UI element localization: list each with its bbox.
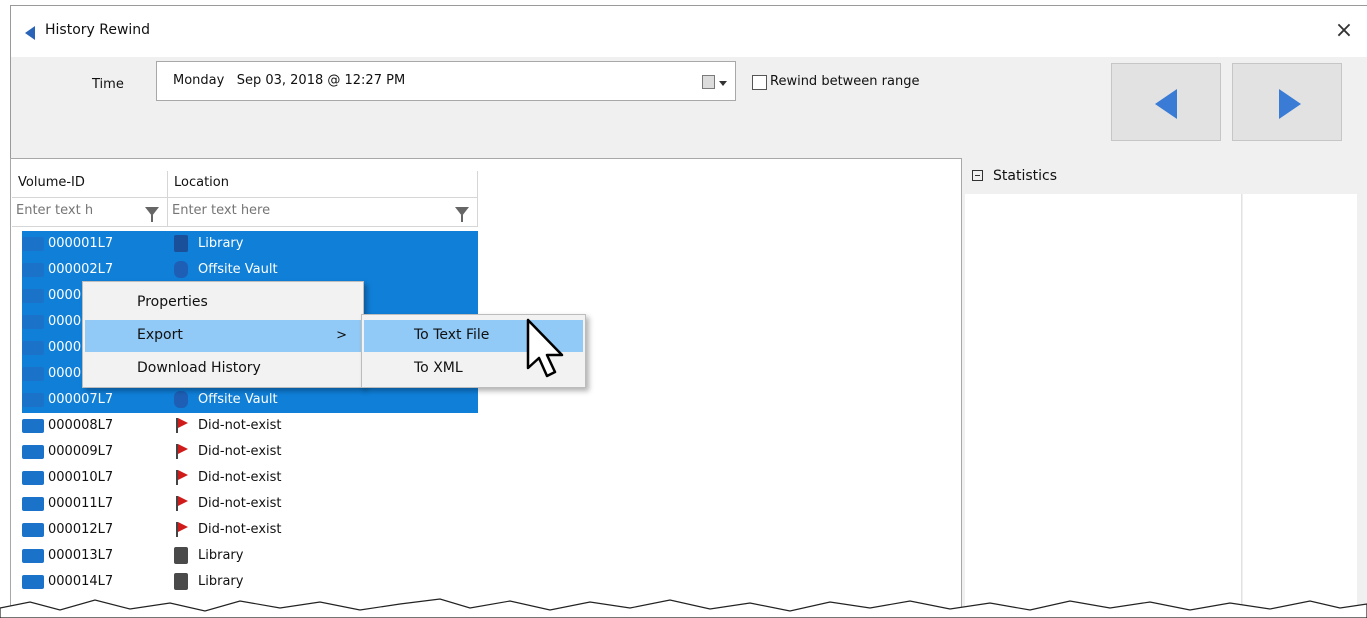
rewind-between-range-checkbox[interactable] (752, 75, 767, 90)
menu-item-label: Properties (137, 294, 208, 310)
time-picker[interactable]: Monday Sep 03, 2018 @ 12:27 PM (156, 61, 736, 101)
torn-edge-decoration (0, 598, 1367, 618)
tape-volume-icon (22, 367, 44, 381)
location-cell: Did-not-exist (198, 470, 282, 485)
volume-id-cell: 000002L7 (48, 262, 114, 277)
tape-volume-icon (22, 393, 44, 407)
arrow-right-icon (1279, 89, 1301, 119)
location-cell: Did-not-exist (198, 522, 282, 537)
statistics-content-secondary (1243, 194, 1357, 618)
tape-volume-icon (22, 549, 44, 563)
filter-icon[interactable] (455, 207, 469, 222)
back-triangle-icon[interactable] (25, 26, 35, 40)
menu-item-download-history[interactable]: Download History (85, 353, 361, 385)
volume-id-cell: 000013L7 (48, 548, 114, 563)
tape-volume-icon (22, 575, 44, 589)
menu-item-label: Export (137, 327, 183, 343)
tape-volume-icon (22, 419, 44, 433)
volume-id-cell: 000008L7 (48, 418, 114, 433)
table-row[interactable]: 000008L7 Did-not-exist (12, 413, 478, 439)
submenu-item-label: To XML (414, 360, 463, 376)
tape-volume-icon (22, 263, 44, 277)
calendar-icon[interactable] (702, 75, 715, 89)
location-cell: Did-not-exist (198, 496, 282, 511)
table-row[interactable]: 000007L7 Offsite Vault (12, 387, 478, 413)
volume-id-cell: 000001L7 (48, 236, 114, 251)
tape-volume-icon (22, 237, 44, 251)
location-cell: Did-not-exist (198, 444, 282, 459)
menu-item-label: Download History (137, 360, 261, 376)
mouse-pointer-icon (526, 318, 564, 378)
tape-volume-icon (22, 341, 44, 355)
context-menu: Properties Export > Download History (82, 281, 364, 388)
statistics-title: Statistics (993, 168, 1057, 184)
time-label: Time (92, 77, 124, 92)
table-row[interactable]: 000009L7 Did-not-exist (12, 439, 478, 465)
table-row[interactable]: 000002L7 Offsite Vault (12, 257, 478, 283)
title-bar: History Rewind × (11, 6, 1367, 57)
submenu-item-label: To Text File (414, 327, 490, 343)
table-row[interactable]: 000013L7 Library (12, 543, 478, 569)
tape-volume-icon (22, 497, 44, 511)
location-filter-input[interactable] (172, 203, 432, 218)
library-icon (174, 547, 188, 564)
location-filter (168, 197, 478, 227)
volume-id-cell: 000007L7 (48, 392, 114, 407)
tape-volume-icon (22, 471, 44, 485)
volume-id-cell: 000010L7 (48, 470, 114, 485)
table-row[interactable]: 000014L7 Library (12, 569, 478, 595)
table-row[interactable]: 000010L7 Did-not-exist (12, 465, 478, 491)
flag-icon (174, 443, 188, 460)
filter-icon[interactable] (145, 207, 159, 222)
location-cell: Library (198, 574, 244, 589)
tape-volume-icon (22, 445, 44, 459)
library-icon (174, 573, 188, 590)
close-icon[interactable]: × (1329, 16, 1359, 46)
volume-id-filter-input[interactable] (16, 203, 126, 218)
flag-icon (174, 495, 188, 512)
column-header-location[interactable]: Location (168, 171, 478, 197)
tape-volume-icon (22, 289, 44, 303)
table-row[interactable]: 000001L7 Library (12, 231, 478, 257)
chevron-right-icon: > (336, 328, 347, 343)
collapse-icon[interactable] (972, 170, 983, 181)
flag-icon (174, 521, 188, 538)
rewind-between-range-label: Rewind between range (770, 74, 920, 89)
statistics-header[interactable]: Statistics (972, 168, 1057, 184)
tape-volume-icon (22, 315, 44, 329)
arrow-left-icon (1155, 89, 1177, 119)
column-header-volume-id[interactable]: Volume-ID (12, 171, 168, 197)
table-row[interactable]: 000012L7 Did-not-exist (12, 517, 478, 543)
chevron-down-icon[interactable] (719, 81, 727, 86)
previous-button[interactable] (1111, 63, 1221, 141)
menu-item-export[interactable]: Export > (85, 320, 361, 352)
volume-grid: Volume-ID Location 000001L7 Library 000002… (10, 158, 962, 618)
location-cell: Library (198, 548, 244, 563)
vault-icon (174, 261, 188, 278)
location-cell: Library (198, 236, 244, 251)
volume-id-cell: 000009L7 (48, 444, 114, 459)
time-value: Monday Sep 03, 2018 @ 12:27 PM (173, 73, 406, 88)
tape-volume-icon (22, 523, 44, 537)
menu-item-properties[interactable]: Properties (85, 287, 361, 319)
volume-id-cell: 000014L7 (48, 574, 114, 589)
volume-id-filter (12, 197, 168, 227)
library-icon (174, 235, 188, 252)
statistics-panel: Statistics (964, 158, 1357, 618)
table-row[interactable]: 000011L7 Did-not-exist (12, 491, 478, 517)
window-title: History Rewind (45, 22, 151, 38)
next-button[interactable] (1232, 63, 1342, 141)
flag-icon (174, 469, 188, 486)
location-cell: Offsite Vault (198, 392, 278, 407)
statistics-content (965, 194, 1242, 618)
flag-icon (174, 417, 188, 434)
location-cell: Offsite Vault (198, 262, 278, 277)
vault-icon (174, 391, 188, 408)
location-cell: Did-not-exist (198, 418, 282, 433)
volume-id-cell: 000011L7 (48, 496, 114, 511)
volume-id-cell: 000012L7 (48, 522, 114, 537)
